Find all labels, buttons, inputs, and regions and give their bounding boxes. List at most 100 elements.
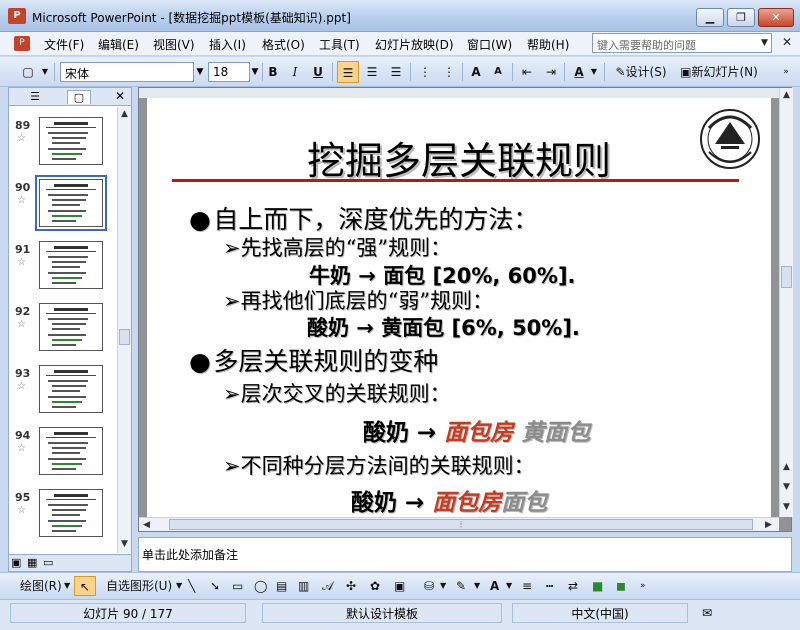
- chevron-down-icon[interactable]: ▼: [758, 34, 771, 52]
- chevron-down-icon[interactable]: ▼: [194, 63, 206, 81]
- menu-edit[interactable]: 编辑(E): [98, 36, 139, 53]
- slide-thumbnail[interactable]: [39, 241, 103, 289]
- chevron-down-icon[interactable]: ▼: [589, 61, 599, 83]
- chevron-down-icon[interactable]: ▼: [40, 61, 50, 83]
- numbered-list-icon[interactable]: ⋮: [414, 61, 436, 83]
- textbox-tool-icon[interactable]: ▤: [276, 576, 287, 596]
- close-icon[interactable]: ✕: [115, 89, 125, 103]
- shadow-style-icon[interactable]: ■: [592, 576, 603, 596]
- autoshapes-button[interactable]: 自选图形(U): [106, 576, 172, 596]
- slide-thumbnail-row[interactable]: 94 ☆: [9, 421, 117, 481]
- toolbar-options-icon[interactable]: »: [780, 61, 792, 83]
- outline-tab-icon[interactable]: ☰: [23, 90, 47, 104]
- wordart-icon[interactable]: 𝒜: [322, 576, 333, 596]
- font-color-button[interactable]: A: [570, 61, 588, 83]
- align-center-icon[interactable]: ☰: [361, 61, 383, 83]
- menu-file[interactable]: 文件(F): [44, 36, 84, 53]
- menu-format[interactable]: 格式(O): [262, 36, 305, 53]
- rectangle-tool-icon[interactable]: ▭: [232, 576, 243, 596]
- slide-thumbnail-row[interactable]: 91 ☆: [9, 235, 117, 295]
- slideshow-view-icon[interactable]: ▭: [43, 556, 53, 569]
- rule-cross-level[interactable]: 酸奶 → 面包房 黄面包: [363, 413, 590, 447]
- sub-bullet-cross-level[interactable]: ➢层次交叉的关联规则：: [223, 378, 451, 408]
- normal-view-icon[interactable]: ▣: [11, 556, 21, 569]
- chevron-down-icon[interactable]: ▼: [474, 576, 480, 596]
- clipart-icon[interactable]: ✿: [370, 576, 380, 596]
- slides-pane-scrollbar[interactable]: ▲ ▼: [117, 107, 131, 553]
- menu-window[interactable]: 窗口(W): [467, 36, 512, 53]
- sub-bullet-different-hierarchies[interactable]: ➢不同种分层方法间的关联规则：: [223, 450, 535, 480]
- close-button[interactable]: ✕: [758, 8, 794, 27]
- align-left-icon[interactable]: ☰: [337, 61, 359, 83]
- slide-thumbnail-row[interactable]: 92 ☆: [9, 297, 117, 357]
- arrow-tool-icon[interactable]: ➘: [210, 576, 220, 596]
- slide-thumbnail[interactable]: [39, 427, 103, 475]
- rule-different-hierarchies[interactable]: 酸奶 → 面包房面包: [351, 483, 547, 517]
- slide-thumbnail-row[interactable]: 93 ☆: [9, 359, 117, 419]
- editor-vertical-scrollbar[interactable]: ▲ ▲ ▼ ▼: [779, 88, 793, 517]
- slide-thumbnail-row[interactable]: 95 ☆: [9, 483, 117, 543]
- slide-thumbnail-row[interactable]: 90 ☆: [9, 173, 117, 233]
- oval-tool-icon[interactable]: ◯: [254, 576, 267, 596]
- spellcheck-icon[interactable]: ✉: [694, 603, 720, 623]
- chevron-down-icon[interactable]: ▼: [64, 576, 70, 596]
- slide-thumbnail-row[interactable]: 89 ☆: [9, 111, 117, 171]
- align-right-icon[interactable]: ☰: [385, 61, 407, 83]
- new-slide-button[interactable]: ▣新幻灯片(N): [675, 61, 763, 83]
- line-style-icon[interactable]: ≡: [522, 576, 532, 596]
- bullet-multilevel-variants[interactable]: ● 多层关联规则的变种: [189, 342, 438, 378]
- toolbar-options-icon[interactable]: »: [640, 576, 646, 596]
- slide-thumbnail[interactable]: [39, 489, 103, 537]
- picture-icon[interactable]: ▣: [394, 576, 405, 596]
- slide-thumbnail[interactable]: [35, 175, 107, 231]
- sub-bullet-weak-rules[interactable]: ➢再找他们底层的“弱”规则：: [223, 285, 493, 315]
- menu-tools[interactable]: 工具(T): [319, 36, 360, 53]
- chevron-down-icon[interactable]: ▼: [440, 576, 446, 596]
- chevron-down-icon[interactable]: ▼: [176, 576, 182, 596]
- document-icon[interactable]: P: [14, 36, 30, 51]
- scroll-thumb[interactable]: ⦙: [169, 519, 753, 530]
- chevron-down-icon[interactable]: ▼: [506, 576, 512, 596]
- italic-button[interactable]: I: [286, 61, 304, 83]
- menu-insert[interactable]: 插入(I): [209, 36, 246, 53]
- 3d-style-icon[interactable]: ◼: [616, 576, 626, 596]
- decrease-indent-icon[interactable]: ⇤: [516, 61, 538, 83]
- notes-pane[interactable]: 单击此处添加备注: [138, 537, 792, 572]
- menu-view[interactable]: 视图(V): [153, 36, 195, 53]
- draw-menu-button[interactable]: 绘图(R): [20, 576, 62, 596]
- underline-button[interactable]: U: [309, 61, 327, 83]
- font-name-select[interactable]: 宋体: [60, 62, 194, 82]
- vertical-textbox-icon[interactable]: ▥: [298, 576, 309, 596]
- next-slide-icon[interactable]: ▼: [783, 482, 790, 492]
- dash-style-icon[interactable]: ┅: [546, 576, 553, 596]
- new-document-icon[interactable]: ▢: [18, 61, 38, 83]
- slide-thumbnail[interactable]: [39, 117, 103, 165]
- bullet-list-icon[interactable]: ⋮: [438, 61, 460, 83]
- slide-title[interactable]: 挖掘多层关联规则: [147, 130, 771, 185]
- editor-horizontal-scrollbar[interactable]: ◀ ⦙ ▶: [139, 517, 779, 531]
- line-color-icon[interactable]: ✎: [456, 576, 466, 596]
- bullet-top-down[interactable]: ● 自上而下，深度优先的方法：: [189, 200, 538, 236]
- chevron-down-icon[interactable]: ▼: [249, 63, 261, 81]
- scroll-thumb[interactable]: [119, 329, 130, 345]
- font-color-icon[interactable]: A: [490, 576, 499, 596]
- previous-slide-icon[interactable]: ▲: [783, 462, 790, 472]
- decrease-font-icon[interactable]: A: [488, 61, 508, 83]
- line-tool-icon[interactable]: ╲: [188, 576, 195, 596]
- minimize-button[interactable]: ▁: [696, 8, 724, 27]
- arrow-style-icon[interactable]: ⇄: [568, 576, 578, 596]
- slide-thumbnail[interactable]: [39, 365, 103, 413]
- help-search-input[interactable]: 键入需要帮助的问题: [592, 33, 772, 53]
- slides-tab-icon[interactable]: ▢: [67, 90, 91, 104]
- sub-bullet-strong-rules[interactable]: ➢先找高层的“强”规则：: [223, 232, 451, 262]
- fill-color-icon[interactable]: ⛁: [424, 576, 434, 596]
- rule-yogurt-brownbread[interactable]: 酸奶 → 黄面包 [6%, 50%].: [307, 312, 580, 342]
- bold-button[interactable]: B: [264, 61, 282, 83]
- increase-font-icon[interactable]: A: [466, 61, 486, 83]
- design-button[interactable]: ✎设计(S): [610, 61, 672, 83]
- restore-button[interactable]: ❐: [727, 8, 755, 27]
- scroll-thumb[interactable]: [781, 266, 792, 288]
- menu-help[interactable]: 帮助(H): [527, 36, 569, 53]
- menu-slideshow[interactable]: 幻灯片放映(D): [375, 36, 454, 53]
- design-template-name[interactable]: 默认设计模板: [262, 603, 502, 623]
